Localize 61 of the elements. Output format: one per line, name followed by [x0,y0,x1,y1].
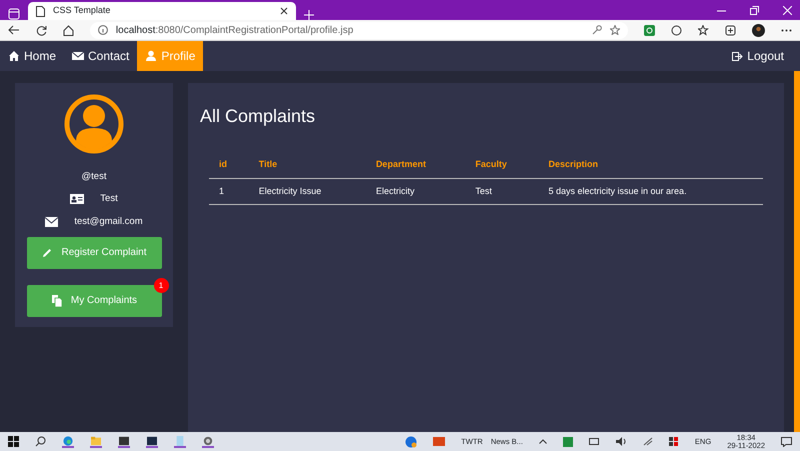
collections-icon[interactable] [725,24,736,36]
column-header: Description [538,152,763,178]
table-cell: Electricity [366,178,466,204]
help-icon[interactable] [405,436,418,448]
column-header: id [209,152,249,178]
home-icon[interactable] [62,24,74,36]
terminal-icon[interactable] [118,436,130,448]
info-icon [98,25,108,35]
plus-icon[interactable] [304,10,314,20]
battery-icon[interactable] [588,438,600,445]
star-icon[interactable] [610,25,620,35]
avatar-icon[interactable] [752,24,766,36]
more-icon[interactable] [781,28,792,32]
chevron-up-icon[interactable] [538,439,547,444]
key-icon[interactable] [592,25,602,35]
volume-icon[interactable] [616,437,627,446]
url-text: localhost:8080/ComplaintRegistrationPortal/profile.jsp [116,24,354,38]
browser-tab[interactable]: CSS Template [28,2,296,20]
mail-icon [45,216,58,227]
close-icon[interactable] [280,7,288,15]
browser-icon[interactable] [62,436,74,448]
profile-name: Test [100,192,118,206]
settings-icon[interactable] [202,436,214,448]
user-icon [145,50,158,62]
folder-icon[interactable] [90,436,102,448]
pencil-icon [41,246,54,259]
notification-badge: 1 [154,278,168,293]
logout-link[interactable]: Logout [724,41,792,71]
mail-icon [72,50,84,62]
search-icon[interactable] [35,436,46,447]
scrollbar[interactable] [794,71,800,432]
id-card-icon [70,194,84,204]
home-icon [8,50,20,62]
app-icon[interactable] [668,436,679,446]
column-header: Faculty [465,152,538,178]
column-header: Title [248,152,366,178]
documents-icon [50,294,63,307]
table-cell: 5 days electricity issue in our area. [538,178,763,204]
restore-icon[interactable] [750,6,759,14]
table-cell: Test [465,178,538,204]
avatar-icon [64,94,124,154]
email-text: test@gmail.com [74,214,143,228]
table-cell: 1 [209,178,249,204]
page-icon [36,6,45,16]
nav-link[interactable]: Home [0,41,64,71]
start-icon[interactable] [8,436,19,447]
favorites-icon[interactable] [698,24,710,36]
table-cell: Electricity Issue [248,178,366,204]
page-heading: All Complaints [200,105,316,128]
refresh-icon[interactable] [36,24,47,36]
extension-icon[interactable] [644,24,656,36]
back-icon[interactable] [8,25,20,35]
column-header: Department [366,152,466,178]
tray-app-icon[interactable] [562,436,573,446]
username: @test [82,170,106,184]
terminal-icon[interactable] [146,436,158,448]
nav-link[interactable]: Contact [64,41,138,71]
logout-icon [732,50,744,62]
notification-icon[interactable] [781,436,792,446]
notepad-icon[interactable] [174,436,186,448]
address-bar[interactable]: localhost:8080/ComplaintRegistrationPortal/profile.jsp [90,22,628,38]
